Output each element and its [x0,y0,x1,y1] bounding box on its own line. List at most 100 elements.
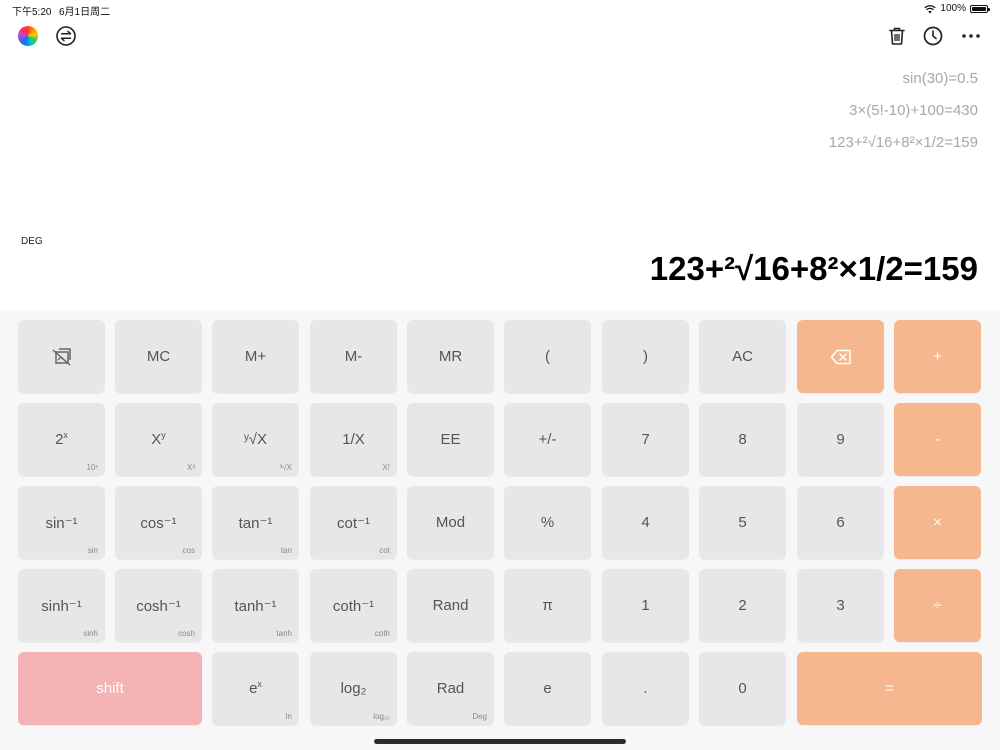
key-sublabel: tanh [276,629,292,638]
divide-key[interactable]: ÷ [894,569,981,642]
trash-icon[interactable] [886,25,908,47]
home-indicator[interactable] [374,739,626,744]
key-sublabel: cos [182,546,195,555]
wifi-icon [924,4,937,13]
key-sublabel: cosh [178,629,195,638]
backspace-icon [830,349,851,364]
decimal-key[interactable]: . [602,652,689,725]
backspace-key[interactable] [797,320,884,393]
key-sublabel: ln [285,712,292,721]
key-label: 2x [55,430,68,449]
history-clock-icon[interactable] [922,25,944,47]
key-sublabel: Deg [472,712,487,721]
key-label: 1/X [342,431,365,448]
swap-icon[interactable] [55,25,77,47]
mr-key[interactable]: MR [407,320,494,393]
digit-4-key[interactable]: 4 [602,486,689,559]
open-paren-key[interactable]: ( [504,320,591,393]
multiply-key[interactable]: × [894,486,981,559]
key-label: cosh⁻¹ [136,597,181,615]
asin-key[interactable]: sin⁻¹ sin [18,486,105,559]
key-sublabel: cot [379,546,390,555]
minus-key[interactable]: - [894,403,981,476]
key-label: Rad [436,680,465,697]
key-label: ʸ√X [243,431,268,448]
key-label: cot⁻¹ [337,514,370,532]
pi-key[interactable]: π [504,569,591,642]
digit-5-key[interactable]: 5 [699,486,786,559]
exp-key[interactable]: ex ln [212,652,299,725]
plus-minus-key[interactable]: +/- [504,403,591,476]
m-plus-key[interactable]: M+ [212,320,299,393]
key-label: sinh⁻¹ [41,597,82,615]
two-pow-x-key[interactable]: 2x 10ˣ [18,403,105,476]
shift-key[interactable]: shift [18,652,202,725]
digit-6-key[interactable]: 6 [797,486,884,559]
digit-0-key[interactable]: 0 [699,652,786,725]
acos-key[interactable]: cos⁻¹ cos [115,486,202,559]
log2-key[interactable]: log₂ log₁₀ [310,652,397,725]
mc-key[interactable]: MC [115,320,202,393]
acosh-key[interactable]: cosh⁻¹ cosh [115,569,202,642]
asinh-key[interactable]: sinh⁻¹ sinh [18,569,105,642]
status-date: 6月1日周二 [59,7,111,18]
ee-key[interactable]: EE [407,403,494,476]
key-label: Xy [151,430,166,449]
key-label: cos⁻¹ [140,514,177,532]
result-display: 123+²√16+8²×1/2=159 [649,250,978,287]
history-item[interactable]: 123+²√16+8²×1/2=159 [829,132,978,164]
plus-key[interactable]: + [894,320,981,393]
key-sublabel: 10ˣ [86,463,98,472]
acot-key[interactable]: cot⁻¹ cot [310,486,397,559]
key-label: tanh⁻¹ [234,597,277,615]
key-sublabel: tan [280,546,292,555]
digit-8-key[interactable]: 8 [699,403,786,476]
percent-key[interactable]: % [504,486,591,559]
digit-1-key[interactable]: 1 [602,569,689,642]
status-time: 下午5:20 [12,7,52,18]
e-constant-key[interactable]: e [504,652,591,725]
key-label: tan⁻¹ [238,514,273,532]
key-sublabel: log₁₀ [373,712,390,721]
atan-key[interactable]: tan⁻¹ tan [212,486,299,559]
history-item[interactable]: sin(30)=0.5 [829,68,978,100]
history-item[interactable]: 3×(5!-10)+100=430 [829,100,978,132]
key-label: sin⁻¹ [45,514,78,532]
key-sublabel: ³√X [279,463,292,472]
mod-key[interactable]: Mod [407,486,494,559]
atanh-key[interactable]: tanh⁻¹ tanh [212,569,299,642]
x-pow-y-key[interactable]: Xy X³ [115,403,202,476]
m-minus-key[interactable]: M- [310,320,397,393]
digit-2-key[interactable]: 2 [699,569,786,642]
key-sublabel: X³ [187,463,195,472]
key-sublabel: sinh [83,629,98,638]
battery-icon [970,4,990,13]
reciprocal-key[interactable]: 1/X X! [310,403,397,476]
battery-percent: 100% [940,3,966,14]
digit-7-key[interactable]: 7 [602,403,689,476]
rand-key[interactable]: Rand [407,569,494,642]
digit-3-key[interactable]: 3 [797,569,884,642]
key-sublabel: coth [374,629,390,638]
angle-mode-label: DEG [21,236,43,247]
equals-key[interactable]: = [797,652,982,725]
keypad: MC M+ M- MR ( ) AC + 2x 10ˣ Xy X³ ʸ√X ³√… [0,310,1000,750]
status-bar: 下午5:20 6月1日周二 100% [0,0,1000,18]
close-paren-key[interactable]: ) [602,320,689,393]
status-right: 100% [924,3,990,14]
digit-9-key[interactable]: 9 [797,403,884,476]
acoth-key[interactable]: coth⁻¹ coth [310,569,397,642]
key-label: ex [249,679,262,698]
calculator-screen: 下午5:20 6月1日周二 100% sin (30) =0.5 3×(5!-10)… [0,0,1000,750]
ac-key[interactable]: AC [699,320,786,393]
more-icon[interactable] [960,25,982,47]
key-sublabel: X! [382,463,390,472]
key-label: log₂ [340,680,367,697]
y-root-x-key[interactable]: ʸ√X ³√X [212,403,299,476]
convert-key[interactable] [18,320,105,393]
image-convert-icon [52,347,71,366]
key-sublabel: sin [87,546,98,555]
key-label: coth⁻¹ [332,597,375,615]
rad-key[interactable]: Rad Deg [407,652,494,725]
theme-color-icon[interactable] [18,26,38,46]
